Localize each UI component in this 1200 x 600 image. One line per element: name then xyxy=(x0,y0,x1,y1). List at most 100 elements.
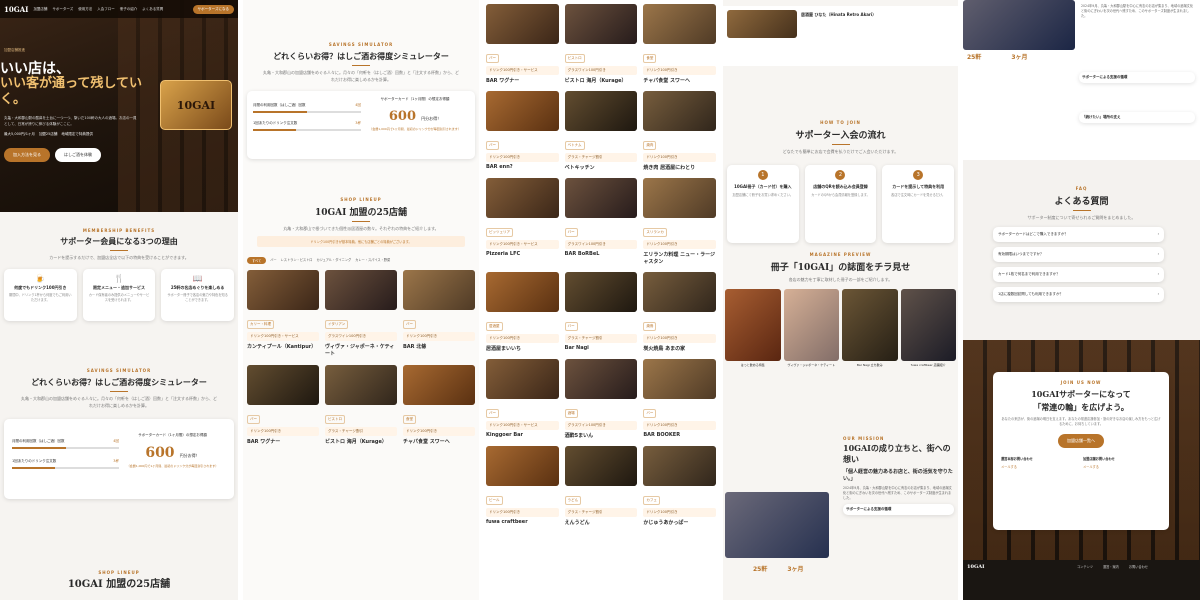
hero-description: 丸亀・大和郡山駅の酸鼻を土台に一つ一つ、繋いだ100軒の大人の酒場。お店の一員と… xyxy=(4,116,137,126)
filter-tab-restaurant[interactable]: レストラン・ビストロ xyxy=(281,257,313,264)
shop-card[interactable]: バー ドリンク100円引き BAR enn? xyxy=(486,91,559,173)
visits-slider[interactable] xyxy=(253,111,361,113)
footer-logo[interactable]: 10GAI xyxy=(967,564,1067,596)
shop-card[interactable]: ピッツェリア ドリンク100円引き・サービス Pizzeria LFC xyxy=(486,178,559,267)
simulator-title: どれくらいお得？はしご酒お得度シミュレーター xyxy=(273,51,449,61)
shop-card[interactable]: バー ドリンク100円引き BAR BOOKER xyxy=(643,359,716,441)
slider1-label: 月間の利用回数（はしご酒）回数 xyxy=(12,439,65,443)
story-stat: 3ヶ月 xyxy=(1011,54,1028,61)
site-header: 10GAI 加盟店舗 サポーターズ 使用方法 入会フロー 冊子の紹介 よくある質… xyxy=(0,0,238,18)
shop-card[interactable]: 焼肉 ドリンク100円引き 焼き肉 居酒屋にわとり xyxy=(643,91,716,173)
shop-perk: グラス・チャージ割引 xyxy=(564,508,638,517)
shop-card[interactable]: バー ドリンク100円引き・サービス Kinggoer Bar xyxy=(486,359,559,441)
shop-perk: ドリンク100円引き・サービス xyxy=(486,421,559,430)
story-stat: 25軒 xyxy=(753,566,768,573)
shop-name: fuwa craftbeer xyxy=(486,519,528,525)
hero-title-line1: いい店は、 xyxy=(0,61,70,77)
shop-tag: バー xyxy=(643,409,657,418)
drinks-slider[interactable] xyxy=(253,129,361,131)
magazine-page[interactable]: Bar Nagi 立ち飲み xyxy=(842,289,898,367)
contact-link[interactable]: メールする xyxy=(1083,464,1161,469)
shop-tag: バー xyxy=(247,415,260,424)
shop-card[interactable]: バー グラス・チャージ割引 Bar Nagi xyxy=(564,272,638,354)
shop-card[interactable]: ビストロ グラスワイン100円引き ビストロ 海月（Kurage） xyxy=(564,4,638,86)
simulator-subtitle: 丸亀・大和郡山の加盟店舗をめぐる人々に。月々の「何軒を（はしご酒）回数」と「注文… xyxy=(263,70,459,82)
shop-card[interactable]: うどん グラス・チャージ割引 えんうどん xyxy=(564,446,638,528)
shop-tag: 焼肉 xyxy=(643,141,657,150)
shop-card[interactable]: ビストロ グラス・チャージ割引 ビストロ 海月（Kurage） xyxy=(325,365,397,447)
magazine-page[interactable]: fuwa craftbeer 店舗紹介 xyxy=(900,289,956,367)
shop-card[interactable]: スリランカ ドリンク100円引き エリランカ料理 ニュー・ラージャスタン xyxy=(643,178,716,267)
footer-col-title: 運営・案内 xyxy=(1102,565,1119,569)
shop-card[interactable]: 酒場 グラスワイン100円引き 酒酔5まいん xyxy=(564,359,638,441)
magazine-page[interactable]: ヴィヴァ・ジャポーネ・ケティート xyxy=(783,289,839,367)
shop-name: 酒酔5まいん xyxy=(564,433,594,439)
shop-card[interactable]: 居酒屋 ドリンク100円引き 居酒屋まいいち xyxy=(486,272,559,354)
step-number: 3 xyxy=(913,170,924,180)
slider2-label: 1回あたりのドリンク注文数 xyxy=(253,121,298,125)
contact-link[interactable]: メールする xyxy=(1001,464,1079,469)
chevron-right-icon: › xyxy=(1157,292,1159,296)
shop-card[interactable]: バー ドリンク100円引き・サービス BAR ワグナー xyxy=(486,4,559,86)
shop-card[interactable]: カフェ ドリンク100円引き かじゅうあかっぱー xyxy=(643,446,716,528)
site-logo[interactable]: 10GAI xyxy=(4,5,28,14)
shop-card[interactable]: 食堂 ドリンク100円引き チャパ食堂 スワーヘ xyxy=(403,365,475,447)
shop-name: 居酒屋まいいち xyxy=(486,346,522,352)
shop-card[interactable]: 食堂 ドリンク100円引き チャパ食堂 スワーヘ xyxy=(643,4,716,86)
magazine-page[interactable]: はっと飲める特集 xyxy=(725,289,781,367)
faq-question: 1店に複数回訪問しても利用できますか？ xyxy=(998,292,1063,296)
story-check: 「続けたい」場所の支え xyxy=(1082,115,1121,119)
lineup-preview: SHOP LINEUP 10GAI 加盟の25店舗 xyxy=(0,570,238,590)
nav-item-usage[interactable]: 使用方法 xyxy=(78,7,92,12)
shop-card[interactable]: カリー・料理 ドリンク100円引き・サービス カンティプール（Kantipur） xyxy=(247,270,319,359)
nav-item-faq[interactable]: よくある質問 xyxy=(142,7,163,12)
filter-tab-curry[interactable]: カレー・スパイス・野菜 xyxy=(355,257,390,264)
visits-slider[interactable] xyxy=(12,447,119,449)
nav-item-flow[interactable]: 入会フロー xyxy=(97,7,115,12)
simulator-title: どれくらいお得？はしご酒お得度シミュレーター xyxy=(31,377,207,387)
lineup-title: 10GAI 加盟の25店舗 xyxy=(314,208,408,218)
shop-tag: バー xyxy=(403,320,416,329)
magazine-page-caption: Bar Nagi 立ち飲み xyxy=(856,363,883,367)
hero-join-button[interactable]: 加入方法を見る xyxy=(4,148,50,162)
faq-subtitle: サポーター制度について寄せられるご質問をまとめました。 xyxy=(1027,215,1136,220)
join-title-line2: 「常連の輪」を広げよう。 xyxy=(1033,402,1129,412)
shop-card[interactable]: イタリアン グラスワイン100円引き ヴィヴァ・ジャポーネ・ケティート xyxy=(325,270,397,359)
shop-perk: ドリンク100円引き・サービス xyxy=(486,240,559,249)
drinks-slider[interactable] xyxy=(12,467,119,469)
result-note: （会費1,000円で1ヶ月間、最初のドリンク分が毎回割引されます） xyxy=(126,464,219,468)
shop-card[interactable]: バー ドリンク100円引き BAR ワグナー xyxy=(247,365,319,447)
faq-title: よくある質問 xyxy=(1054,197,1109,207)
hero-experience-button[interactable]: はしご酒を体験 xyxy=(55,148,101,162)
hero: 10GAI 加盟店舗 サポーターズ 使用方法 入会フロー 冊子の紹介 よくある質… xyxy=(0,0,238,212)
magazine-page-caption: fuwa craftbeer 店舗紹介 xyxy=(910,363,946,367)
join-cta-button[interactable]: 加盟店舗一覧へ xyxy=(1058,434,1104,448)
shop-grid: バー ドリンク100円引き・サービス BAR ワグナー ビストロ グラスワイン100円引… xyxy=(484,0,718,532)
shop-card[interactable]: 焼鳥 ドリンク100円引き 炭火焼鳥 あまの家 xyxy=(643,272,716,354)
shop-perk: グラス・チャージ割引 xyxy=(564,334,638,343)
shop-card[interactable]: ベトナム グラス・チャージ割引 ベトキッチン xyxy=(564,91,638,173)
book-icon: 📖 xyxy=(192,274,203,283)
faq-item[interactable]: サポーターカードはどこで購入できますか？ › xyxy=(993,227,1164,242)
shop-perk: グラスワイン100円引き xyxy=(325,332,397,341)
join-eyebrow: JOIN US NOW xyxy=(1060,380,1102,385)
filter-tab-all[interactable]: すべて xyxy=(247,257,267,264)
join-subtitle: あなたの来訪が、街の酒場の明日を支えます。あなたの常連応援参加・旅の好きなお店の… xyxy=(1001,417,1161,426)
slider1-label: 月間の利用回数（はしご酒）回数 xyxy=(253,103,306,107)
shop-card[interactable]: ビール ドリンク100円引き fuwa craftbeer xyxy=(486,446,559,528)
nav-item-magazine[interactable]: 冊子の紹介 xyxy=(120,7,138,12)
shop-perk: ドリンク100円引き xyxy=(643,508,716,517)
filter-tab-bar[interactable]: バー xyxy=(270,257,276,264)
faq-item[interactable]: カード1枚で何名まで利用できますか？ › xyxy=(993,267,1164,282)
magazine-eyebrow: MAGAZINE PREVIEW xyxy=(809,252,872,257)
header-cta-button[interactable]: サポーターズになる xyxy=(192,4,234,14)
simulator-eyebrow: SAVINGS SIMULATOR xyxy=(86,368,152,373)
faq-item[interactable]: 有効期限はいつまでですか？ › xyxy=(993,247,1164,262)
faq-item[interactable]: 1店に複数回訪問しても利用できますか？ › xyxy=(993,287,1164,302)
filter-tab-casual[interactable]: カジュアル・ダイニング xyxy=(316,257,351,264)
shop-card[interactable]: バー ドリンク100円引き BAR 北條 xyxy=(403,270,475,359)
nav-item-supporters[interactable]: サポーターズ xyxy=(52,7,73,12)
nav-item-shops[interactable]: 加盟店舗 xyxy=(33,7,47,12)
shop-card[interactable]: バー グラスワイン100円引き BAR BoRBeL xyxy=(564,178,638,267)
hero-chip-shops: 加盟25店舗 xyxy=(38,132,58,136)
